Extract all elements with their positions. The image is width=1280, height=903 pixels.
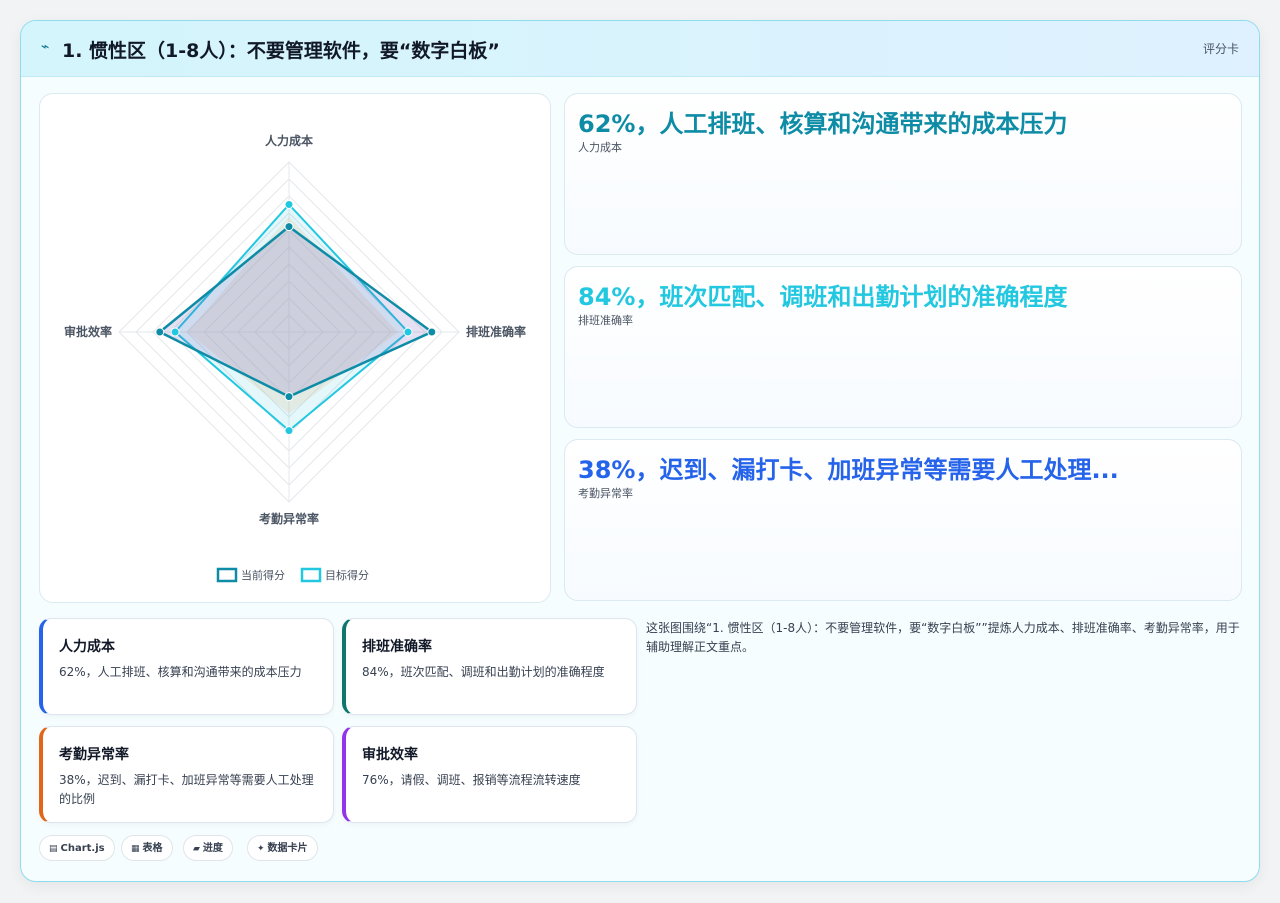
tag-label: 数据卡片 (267, 843, 308, 854)
card-header: ⌁ 1. 惯性区（1-8人）：不要管理软件，要“数字白板” 评分卡 (21, 21, 1259, 77)
legend-swatch (216, 567, 238, 583)
metric-card-approval-efficiency: 审批效率 76%，请假、调班、报销等流程流转速度 (342, 726, 637, 823)
stat-label: 人力成本 (578, 141, 622, 154)
radar-point (284, 426, 294, 436)
legend-swatch (300, 567, 322, 583)
radar-axis-label: 人力成本 (265, 133, 313, 148)
metric-desc: 76%，请假、调班、报销等流程流转速度 (362, 773, 581, 787)
radar-chart: 人力成本排班准确率考勤异常率 审批效率当前得分 目标得分 (64, 133, 526, 583)
tag-chartjs[interactable]: ▤ Chart.js (39, 835, 115, 861)
metric-desc: 62%，人工排班、核算和沟通带来的成本压力 (59, 665, 302, 679)
metric-card-labor-cost: 人力成本 62%，人工排班、核算和沟通带来的成本压力 (39, 618, 334, 715)
radar-point (155, 327, 165, 337)
chart-icon: ▤ (49, 844, 58, 854)
stat-label: 排班准确率 (578, 314, 633, 327)
stat-headline: 38%，迟到、漏打卡、加班异常等需要人工处理... (578, 456, 1119, 484)
radar-point (284, 222, 294, 232)
radar-point (427, 327, 437, 337)
metric-name: 人力成本 (59, 639, 115, 655)
radar-point (403, 327, 413, 337)
legend-label: 目标得分 (325, 568, 369, 582)
scorecard-badge: 评分卡 (1202, 42, 1239, 56)
radar-axis-label: 审批效率 (64, 324, 112, 339)
tag-label: Chart.js (60, 843, 105, 854)
stat-label: 考勤异常率 (578, 487, 633, 500)
stat-headline: 84%，班次匹配、调班和出勤计划的准确程度 (578, 283, 1068, 311)
radar-axis-label: 排班准确率 (466, 324, 526, 339)
tag-label: 进度 (202, 843, 223, 854)
tag-table[interactable]: ▦ 表格 (121, 835, 173, 861)
tag-progress[interactable]: ▰ 进度 (183, 835, 233, 861)
sparkle-icon: ✦ (257, 844, 265, 854)
chart-note: 这张图围绕“1. 惯性区（1-8人）：不要管理软件，要“数字白板””提炼人力成本… (646, 621, 1240, 654)
table-icon: ▦ (131, 844, 140, 854)
metric-card-attendance-anomaly: 考勤异常率 38%，迟到、漏打卡、加班异常等需要人工处理的比例 (39, 726, 334, 823)
radar-point (284, 392, 294, 402)
tag-data-card[interactable]: ✦ 数据卡片 (247, 835, 318, 861)
metric-name: 排班准确率 (362, 639, 432, 655)
radar-point (170, 327, 180, 337)
stat-headline: 62%，人工排班、核算和沟通带来的成本压力 (578, 110, 1068, 138)
progress-icon: ▰ (193, 844, 200, 854)
radar-axis-label: 考勤异常率 (259, 511, 319, 526)
metric-name: 考勤异常率 (59, 747, 129, 763)
metric-desc: 38%，迟到、漏打卡、加班异常等需要人工处理的比例 (59, 773, 314, 806)
stat-card-attendance-anomaly: 38%，迟到、漏打卡、加班异常等需要人工处理... 考勤异常率 (564, 439, 1242, 601)
radar-series-area (157, 225, 435, 398)
radar-chart-panel: 人力成本排班准确率考勤异常率 审批效率当前得分 目标得分 (39, 93, 551, 603)
metric-card-schedule-accuracy: 排班准确率 84%，班次匹配、调班和出勤计划的准确程度 (342, 618, 637, 715)
card-title: 1. 惯性区（1-8人）：不要管理软件，要“数字白板” (62, 40, 500, 62)
radar-point (284, 200, 294, 209)
legend-label: 当前得分 (241, 568, 285, 582)
stat-card-schedule-accuracy: 84%，班次匹配、调班和出勤计划的准确程度 排班准确率 (564, 266, 1242, 428)
metric-name: 审批效率 (362, 747, 418, 763)
metric-desc: 84%，班次匹配、调班和出勤计划的准确程度 (362, 665, 605, 679)
tag-label: 表格 (142, 843, 163, 854)
stat-card-labor-cost: 62%，人工排班、核算和沟通带来的成本压力 人力成本 (564, 93, 1242, 255)
scorecard-card: ⌁ 1. 惯性区（1-8人）：不要管理软件，要“数字白板” 评分卡 人力成本排班… (20, 20, 1260, 882)
pulse-icon: ⌁ (41, 39, 50, 55)
